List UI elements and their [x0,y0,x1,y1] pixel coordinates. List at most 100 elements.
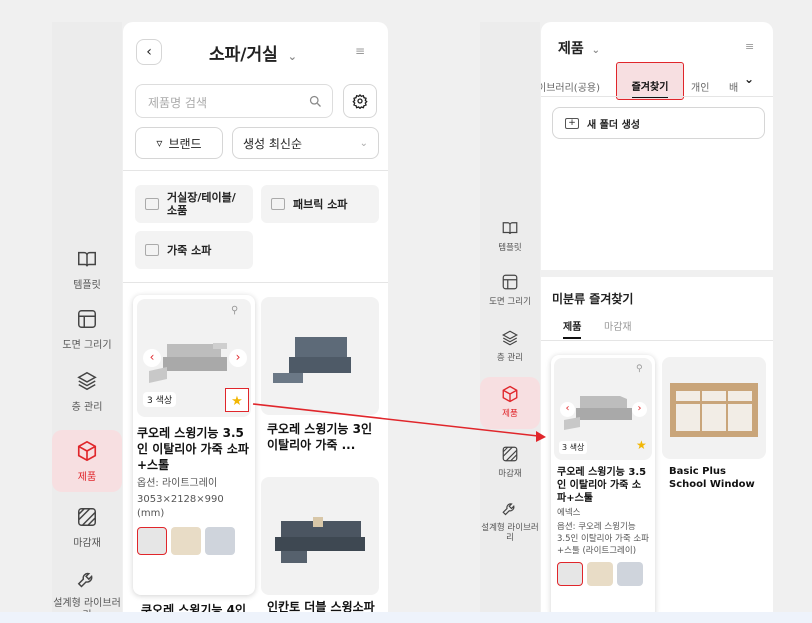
filter-sliders-icon[interactable]: ≡ [355,44,365,58]
swatch-light-gray[interactable] [137,527,167,555]
subtab-products[interactable]: 제품 [563,318,582,339]
product-title: Basic Plus School Window [669,466,755,490]
product-brand: 에넥스 [557,508,581,518]
color-swatches [554,562,652,590]
favorite-product-card[interactable]: ⚲ ‹ › 3 색상 ★ 쿠오레 스윙기능 3.5인 이탈리아 가죽 소파+스툴… [551,355,655,619]
right-favorites-panel: 제품 ⌄ ≡ 이브러리(공용) 즐겨찾기 개인 배 ⌄ + 새 폴더 생성 미분… [541,22,773,623]
product-title: 쿠오레 스윙기능 3.5인 이탈리아 가죽 소파+스툴 [557,467,647,504]
subtab-label: 마감재 [604,322,632,333]
favorite-star-button[interactable]: ★ [225,388,249,412]
chevron-down-icon: ⌄ [591,45,601,56]
section-divider [541,270,773,277]
rail-item-floors[interactable]: 층 관리 [480,329,540,373]
section-title: 미분류 즐겨찾기 [552,292,634,306]
back-button[interactable]: ‹ [136,39,162,65]
category-title[interactable]: 소파/거실 ⌄ [209,40,297,65]
panel-title-text: 제품 [558,41,584,57]
chevron-down-icon: ⌄ [287,50,297,63]
sort-dropdown-label: 생성 최신순 [243,136,303,151]
subtab-finishes[interactable]: 마감재 [604,318,632,333]
rail-label: 제품 [77,472,97,483]
color-swatches [137,527,251,559]
divider [541,340,773,341]
product-image [261,477,379,595]
prev-image-button[interactable]: ‹ [560,402,575,417]
rail-item-products[interactable]: 제품 [480,377,540,429]
rail-label: 층 관리 [496,353,524,363]
sort-dropdown[interactable]: 생성 최신순 ⌄ [232,127,379,159]
rail-item-drawing[interactable]: 도면 그리기 [52,308,122,360]
product-card[interactable]: ⚲ ‹ › 3 색상 ★ 쿠오레 스윙기능 3.5인 이탈리아 가죽 소파+스톨… [133,295,255,595]
prev-image-button[interactable]: ‹ [143,349,161,367]
rail-label: 템플릿 [73,280,101,291]
tab-library[interactable]: 이브러리(공용) [541,76,600,95]
tab-more[interactable]: 배 [729,76,738,95]
product-image [261,297,379,415]
texture-icon [78,508,96,526]
rail-item-template[interactable]: 템플릿 [480,219,540,263]
rail-item-template[interactable]: 템플릿 [52,248,122,300]
category-chip-leather[interactable]: 가죽 소파 [135,231,253,269]
box-icon [502,385,518,403]
window-image [670,383,758,437]
star-icon: ★ [231,394,243,409]
wrench-icon [77,572,93,588]
category-chip-label: 가죽 소파 [167,244,212,257]
filter-sliders-icon[interactable]: ≡ [745,40,754,53]
category-chip-label: 패브릭 소파 [293,198,348,211]
star-icon[interactable]: ★ [636,438,647,452]
rail-item-finishes[interactable]: 마감재 [52,506,122,558]
category-chip-fabric[interactable]: 패브릭 소파 [261,185,379,223]
rail-item-floors[interactable]: 층 관리 [52,370,122,422]
swatch-light-gray[interactable] [557,562,583,586]
brand-filter-button[interactable]: ▿ 브랜드 [135,127,223,159]
rail-item-drawing[interactable]: 도면 그리기 [480,273,540,317]
tab-label: 개인 [691,83,710,94]
tabs-dropdown-icon[interactable]: ⌄ [744,72,754,86]
product-card[interactable]: 인칸토 더블 스윙소파 4인 [261,477,379,623]
swatch-dark-gray[interactable] [617,562,643,586]
next-image-button[interactable]: › [229,349,247,367]
divider [123,170,388,171]
rail-label: 도면 그리기 [489,297,531,307]
search-input[interactable]: 제품명 검색 [135,84,333,118]
rail-item-design-library[interactable]: 설계형 라이브러리 [480,501,540,553]
rail-label: 마감재 [498,469,522,479]
product-option: 옵션: 라이트그레이 [137,478,218,489]
search-icon [309,95,321,107]
product-size: 3053×2128×990 (mm) [137,494,224,519]
next-image-button[interactable]: › [632,402,647,417]
swatch-beige[interactable] [171,527,201,555]
panel-title[interactable]: 제품 ⌄ [558,38,600,58]
book-icon [78,251,96,267]
layout-icon [78,310,96,328]
rail-label: 층 관리 [71,402,103,413]
tab-personal[interactable]: 개인 [691,76,709,95]
settings-button[interactable] [343,84,377,118]
tab-favorites[interactable]: 즐겨찾기 [616,62,684,100]
brand-filter-label: 브랜드 [168,136,202,151]
swatch-beige[interactable] [587,562,613,586]
rail-label: 도면 그리기 [62,340,112,351]
folder-plus-icon: + [565,117,579,129]
rail-item-products[interactable]: 제품 [52,430,122,492]
layers-icon [77,371,97,391]
texture-icon [502,446,518,462]
color-count-badge: 3 색상 [559,441,588,454]
swatch-dark-gray[interactable] [205,527,235,555]
color-count-badge: 3 색상 [143,392,177,407]
funnel-icon: ▿ [156,136,163,150]
zoom-search-icon[interactable]: ⚲ [636,364,643,374]
layout-icon [502,274,518,290]
rail-item-finishes[interactable]: 마감재 [480,445,540,489]
product-title: 쿠오레 스윙기능 3.5인 이탈리아 가죽 소파+스톨 [137,426,249,472]
new-folder-button[interactable]: + 새 폴더 생성 [552,107,765,139]
product-card[interactable]: 쿠오레 스윙기능 3인 이탈리아 가죽 ... [261,297,379,477]
book-icon [502,222,518,235]
favorite-product-card[interactable]: Basic Plus School Window [662,357,766,507]
tab-label: 이브러리(공용) [541,83,601,94]
image-placeholder-icon [271,198,285,210]
zoom-search-icon[interactable]: ⚲ [231,305,238,316]
rail-label: 제품 [502,409,518,419]
category-chip-living[interactable]: 거실장/테이블/소품 [135,185,253,223]
